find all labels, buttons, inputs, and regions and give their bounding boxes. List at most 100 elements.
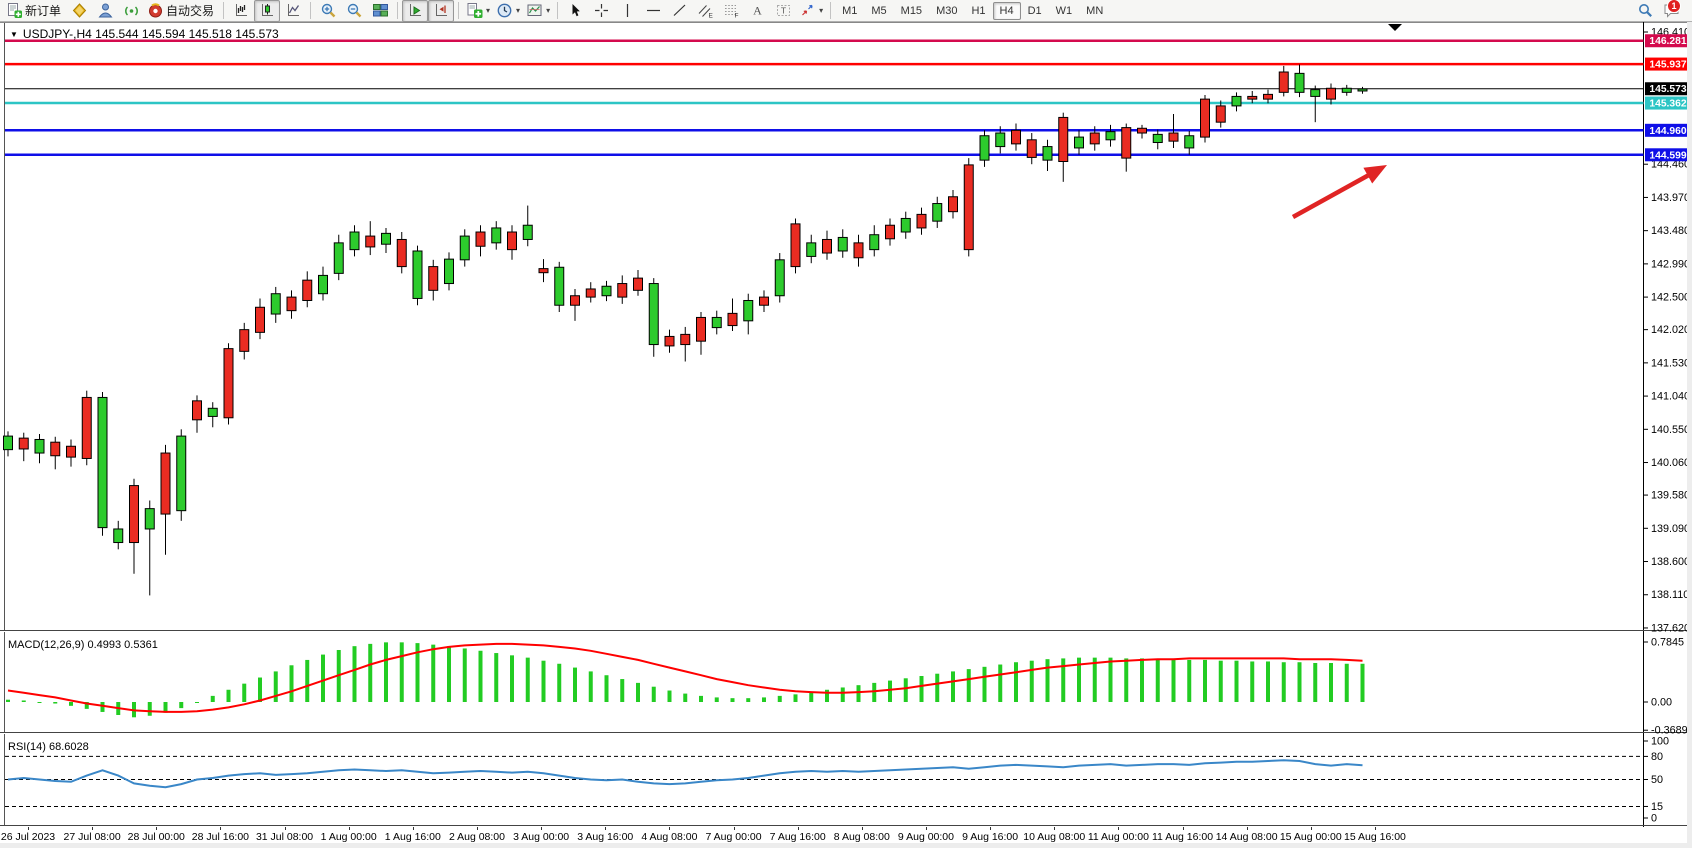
timeframe-d1-button[interactable]: D1 — [1021, 2, 1049, 20]
search-button[interactable] — [1632, 0, 1658, 22]
fibonacci-button[interactable]: F — [718, 0, 744, 22]
time-tick — [92, 827, 93, 830]
navigator-button[interactable] — [92, 0, 118, 22]
chart-window[interactable]: ▼ USDJPY-,H4 145.544 145.594 145.518 145… — [0, 22, 1692, 843]
main-chart-pane[interactable]: 146.410144.460143.970143.480142.990142.5… — [0, 22, 1692, 632]
terminal-button[interactable] — [118, 0, 144, 22]
chevron-down-icon: ▾ — [546, 6, 550, 15]
chart-title: ▼ USDJPY-,H4 145.544 145.594 145.518 145… — [10, 27, 279, 41]
arrows-icon — [799, 2, 816, 19]
bar-chart-button[interactable] — [228, 0, 254, 22]
zoom-in-icon — [320, 2, 337, 19]
window-edge — [1687, 22, 1692, 843]
rsi-label: RSI(14) 68.6028 — [8, 741, 89, 753]
macd-pane[interactable]: 0.78450.00-0.3689MACD(12,26,9) 0.4993 0.… — [0, 632, 1692, 734]
macd-label: MACD(12,26,9) 0.4993 0.5361 — [8, 639, 158, 651]
svg-text:E: E — [708, 13, 713, 20]
search-icon — [1637, 2, 1654, 19]
time-axis-label: 3 Aug 16:00 — [577, 831, 633, 843]
timeframe-w1-button[interactable]: W1 — [1049, 2, 1080, 20]
timeframe-m5-button[interactable]: M5 — [864, 2, 893, 20]
trendline-icon — [671, 2, 688, 19]
auto-trading-button[interactable]: 自动交易 — [144, 0, 219, 22]
svg-text:A: A — [753, 4, 762, 18]
time-axis-label: 9 Aug 16:00 — [962, 831, 1018, 843]
auto-scroll-button[interactable] — [402, 0, 428, 22]
rsi-tick: 80 — [1651, 751, 1663, 763]
crosshair-button[interactable] — [588, 0, 614, 22]
tile-windows-icon — [372, 2, 389, 19]
chevron-down-icon: ▾ — [486, 6, 490, 15]
text-button[interactable]: A — [744, 0, 770, 22]
svg-text:145.362: 145.362 — [1649, 99, 1686, 110]
indicators-button[interactable]: ▾ — [463, 0, 493, 22]
time-axis-label: 28 Jul 00:00 — [128, 831, 185, 843]
rsi-tick: 100 — [1651, 736, 1669, 748]
time-tick — [220, 827, 221, 830]
tile-windows-button[interactable] — [367, 0, 393, 22]
zoom-in-button[interactable] — [315, 0, 341, 22]
time-axis-label: 14 Aug 08:00 — [1216, 831, 1278, 843]
indicators-icon — [466, 2, 483, 19]
time-axis-label: 11 Aug 16:00 — [1152, 831, 1213, 843]
periods-button[interactable]: ▾ — [493, 0, 523, 22]
time-tick — [862, 827, 863, 830]
candlestick-chart-button[interactable] — [254, 0, 280, 22]
time-axis-label: 11 Aug 00:00 — [1088, 831, 1149, 843]
toolbar-separator — [223, 2, 224, 19]
equidistant-channel-button[interactable]: E — [692, 0, 718, 22]
collapse-ohlc-icon[interactable]: ▼ — [10, 30, 18, 39]
toolbar-separator — [830, 2, 831, 19]
timeframe-m15-button[interactable]: M15 — [894, 2, 929, 20]
time-axis-label: 1 Aug 16:00 — [385, 831, 441, 843]
rsi-tick: 15 — [1651, 801, 1663, 813]
time-tick — [413, 827, 414, 830]
time-tick — [1118, 827, 1119, 830]
price-tick: 139.580 — [1651, 490, 1690, 502]
templates-button[interactable]: ▾ — [523, 0, 553, 22]
market-watch-button[interactable] — [66, 0, 92, 22]
zoom-out-button[interactable] — [341, 0, 367, 22]
fibonacci-icon: F — [723, 2, 740, 19]
trendline-button[interactable] — [666, 0, 692, 22]
chat-button[interactable]: 1 — [1658, 0, 1684, 22]
timeframe-h1-button[interactable]: H1 — [964, 2, 992, 20]
text-label-button[interactable]: T — [770, 0, 796, 22]
auto-trading-label: 自动交易 — [166, 2, 216, 19]
arrows-button[interactable]: ▾ — [796, 0, 826, 22]
chart-shift-button[interactable] — [428, 0, 454, 22]
periods-icon — [496, 2, 513, 19]
terminal-icon — [123, 2, 140, 19]
rsi-pane[interactable]: 1008050150RSI(14) 68.6028 — [0, 734, 1692, 827]
toolbar-separator — [557, 2, 558, 19]
price-tick: 138.600 — [1651, 556, 1690, 568]
svg-text:T: T — [780, 6, 785, 16]
timeframe-m30-button[interactable]: M30 — [929, 2, 964, 20]
svg-text:144.960: 144.960 — [1649, 126, 1686, 137]
candlestick-chart-icon — [259, 2, 276, 19]
text-icon: A — [749, 2, 766, 19]
rsi-tick: 0 — [1651, 813, 1657, 825]
price-tick: 139.090 — [1651, 523, 1690, 535]
time-tick — [669, 827, 670, 830]
time-tick — [1247, 827, 1248, 830]
cursor-button[interactable] — [562, 0, 588, 22]
chevron-down-icon: ▾ — [516, 6, 520, 15]
cursor-icon — [567, 2, 584, 19]
timeframe-m1-button[interactable]: M1 — [835, 2, 864, 20]
horizontal-line-button[interactable] — [640, 0, 666, 22]
timeframe-mn-button[interactable]: MN — [1079, 2, 1110, 20]
price-tick: 143.970 — [1651, 192, 1690, 204]
time-tick — [477, 827, 478, 830]
line-chart-button[interactable] — [280, 0, 306, 22]
time-tick — [156, 827, 157, 830]
price-tick: 140.550 — [1651, 424, 1690, 436]
vertical-line-button[interactable] — [614, 0, 640, 22]
price-tick: 142.500 — [1651, 292, 1690, 304]
timeframe-h4-button[interactable]: H4 — [993, 2, 1021, 20]
new-order-button[interactable]: 新订单 — [3, 0, 66, 22]
svg-text:145.937: 145.937 — [1649, 60, 1686, 71]
time-axis-label: 31 Jul 08:00 — [256, 831, 313, 843]
time-axis-label: 3 Aug 00:00 — [513, 831, 569, 843]
macd-tick: 0.7845 — [1651, 637, 1684, 649]
